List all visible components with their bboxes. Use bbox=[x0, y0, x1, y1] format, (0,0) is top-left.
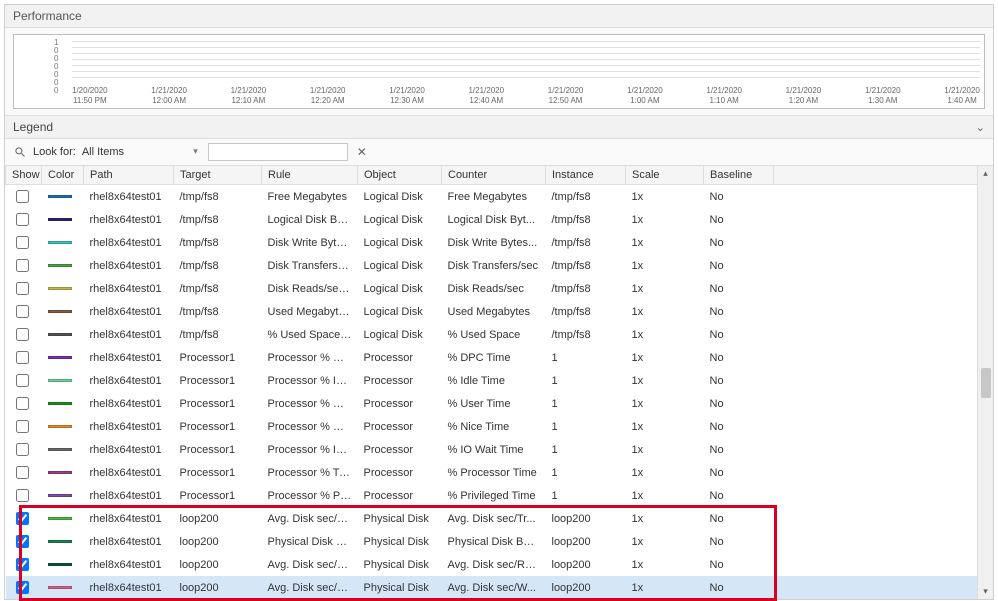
table-row[interactable]: rhel8x64test01/tmp/fs8Disk Transfers/s..… bbox=[6, 254, 993, 277]
close-icon[interactable]: ✕ bbox=[354, 144, 370, 160]
table-row[interactable]: rhel8x64test01/tmp/fs8Used Megabytes ...… bbox=[6, 300, 993, 323]
show-checkbox[interactable] bbox=[16, 305, 29, 318]
performance-chart: 1000000 1/20/202011:50 PM1/21/202012:00 … bbox=[13, 34, 985, 109]
show-checkbox[interactable] bbox=[16, 328, 29, 341]
color-swatch bbox=[48, 563, 72, 566]
x-tick: 1/21/202012:50 AM bbox=[548, 86, 584, 106]
show-checkbox[interactable] bbox=[16, 443, 29, 456]
color-swatch bbox=[48, 379, 72, 382]
x-tick: 1/21/20201:30 AM bbox=[865, 86, 901, 106]
table-row[interactable]: rhel8x64test01Processor1Processor % Tim.… bbox=[6, 461, 993, 484]
legend-title: Legend bbox=[13, 120, 53, 134]
lookfor-input[interactable] bbox=[208, 143, 348, 161]
color-swatch bbox=[48, 494, 72, 497]
legend-table-wrap: Show Color Path Target Rule Object Count… bbox=[5, 166, 993, 599]
table-row[interactable]: rhel8x64test01loop200Avg. Disk sec/Tr...… bbox=[6, 507, 993, 530]
table-row[interactable]: rhel8x64test01loop200Avg. Disk sec/W...P… bbox=[6, 576, 993, 599]
x-tick: 1/21/202012:30 AM bbox=[389, 86, 425, 106]
search-icon bbox=[13, 145, 27, 159]
vertical-scrollbar[interactable]: ▴ ▾ bbox=[977, 166, 993, 599]
table-row[interactable]: rhel8x64test01Processor1Processor % Priv… bbox=[6, 484, 993, 507]
col-scale: Scale bbox=[626, 166, 704, 185]
color-swatch bbox=[48, 402, 72, 405]
lookfor-label: Look for: bbox=[33, 146, 76, 158]
col-object: Object bbox=[358, 166, 442, 185]
x-tick: 1/21/202012:40 AM bbox=[468, 86, 504, 106]
x-tick: 1/20/202011:50 PM bbox=[72, 86, 108, 106]
table-row[interactable]: rhel8x64test01/tmp/fs8Disk Reads/sec (..… bbox=[6, 277, 993, 300]
table-row[interactable]: rhel8x64test01Processor1Processor % IO T… bbox=[6, 438, 993, 461]
x-tick: 1/21/20201:20 AM bbox=[786, 86, 822, 106]
table-row[interactable]: rhel8x64test01Processor1Processor % Idle… bbox=[6, 369, 993, 392]
show-checkbox[interactable] bbox=[16, 420, 29, 433]
col-target: Target bbox=[174, 166, 262, 185]
performance-title: Performance bbox=[5, 5, 993, 28]
show-checkbox[interactable] bbox=[16, 535, 29, 548]
color-swatch bbox=[48, 448, 72, 451]
lookfor-dropdown[interactable]: All Items bbox=[82, 144, 202, 160]
show-checkbox[interactable] bbox=[16, 466, 29, 479]
x-tick: 1/21/20201:10 AM bbox=[706, 86, 742, 106]
show-checkbox[interactable] bbox=[16, 397, 29, 410]
legend-header[interactable]: Legend ⌄ bbox=[5, 115, 993, 139]
table-row[interactable]: rhel8x64test01loop200Avg. Disk sec/Re...… bbox=[6, 553, 993, 576]
legend-table: Show Color Path Target Rule Object Count… bbox=[5, 166, 993, 599]
scroll-thumb[interactable] bbox=[981, 368, 991, 398]
table-row[interactable]: rhel8x64test01Processor1Processor % DP..… bbox=[6, 346, 993, 369]
color-swatch bbox=[48, 517, 72, 520]
performance-panel: Performance 1000000 1/20/202011:50 PM1/2… bbox=[4, 4, 994, 600]
table-row[interactable]: rhel8x64test01/tmp/fs8Logical Disk Byt..… bbox=[6, 208, 993, 231]
show-checkbox[interactable] bbox=[16, 213, 29, 226]
legend-table-header[interactable]: Show Color Path Target Rule Object Count… bbox=[6, 166, 993, 185]
color-swatch bbox=[48, 287, 72, 290]
color-swatch bbox=[48, 241, 72, 244]
x-tick: 1/21/202012:00 AM bbox=[151, 86, 187, 106]
col-baseline: Baseline bbox=[704, 166, 774, 185]
show-checkbox[interactable] bbox=[16, 374, 29, 387]
table-row[interactable]: rhel8x64test01Processor1Processor % Nic.… bbox=[6, 415, 993, 438]
table-row[interactable]: rhel8x64test01/tmp/fs8% Used Space (...L… bbox=[6, 323, 993, 346]
color-swatch bbox=[48, 195, 72, 198]
color-swatch bbox=[48, 310, 72, 313]
show-checkbox[interactable] bbox=[16, 282, 29, 295]
color-swatch bbox=[48, 540, 72, 543]
show-checkbox[interactable] bbox=[16, 581, 29, 594]
show-checkbox[interactable] bbox=[16, 236, 29, 249]
col-counter: Counter bbox=[442, 166, 546, 185]
show-checkbox[interactable] bbox=[16, 489, 29, 502]
show-checkbox[interactable] bbox=[16, 558, 29, 571]
lookfor-bar: Look for: All Items ✕ bbox=[5, 139, 993, 166]
table-row[interactable]: rhel8x64test01/tmp/fs8Free MegabytesLogi… bbox=[6, 185, 993, 209]
col-show: Show bbox=[6, 166, 42, 185]
x-tick: 1/21/202012:20 AM bbox=[310, 86, 346, 106]
show-checkbox[interactable] bbox=[16, 512, 29, 525]
x-tick: 1/21/20201:00 AM bbox=[627, 86, 663, 106]
scroll-up-icon[interactable]: ▴ bbox=[983, 168, 988, 179]
show-checkbox[interactable] bbox=[16, 259, 29, 272]
col-instance: Instance bbox=[546, 166, 626, 185]
scroll-down-icon[interactable]: ▾ bbox=[983, 586, 988, 597]
table-row[interactable]: rhel8x64test01Processor1Processor % Use.… bbox=[6, 392, 993, 415]
color-swatch bbox=[48, 471, 72, 474]
table-row[interactable]: rhel8x64test01loop200Physical Disk Byt..… bbox=[6, 530, 993, 553]
color-swatch bbox=[48, 425, 72, 428]
show-checkbox[interactable] bbox=[16, 190, 29, 203]
table-row[interactable]: rhel8x64test01/tmp/fs8Disk Write Bytes..… bbox=[6, 231, 993, 254]
color-swatch bbox=[48, 264, 72, 267]
x-tick: 1/21/20201:40 AM bbox=[944, 86, 980, 106]
x-tick: 1/21/202012:10 AM bbox=[231, 86, 267, 106]
color-swatch bbox=[48, 586, 72, 589]
color-swatch bbox=[48, 356, 72, 359]
chevron-down-icon[interactable]: ⌄ bbox=[976, 121, 985, 134]
col-color: Color bbox=[42, 166, 84, 185]
col-path: Path bbox=[84, 166, 174, 185]
color-swatch bbox=[48, 218, 72, 221]
color-swatch bbox=[48, 333, 72, 336]
show-checkbox[interactable] bbox=[16, 351, 29, 364]
col-rule: Rule bbox=[262, 166, 358, 185]
